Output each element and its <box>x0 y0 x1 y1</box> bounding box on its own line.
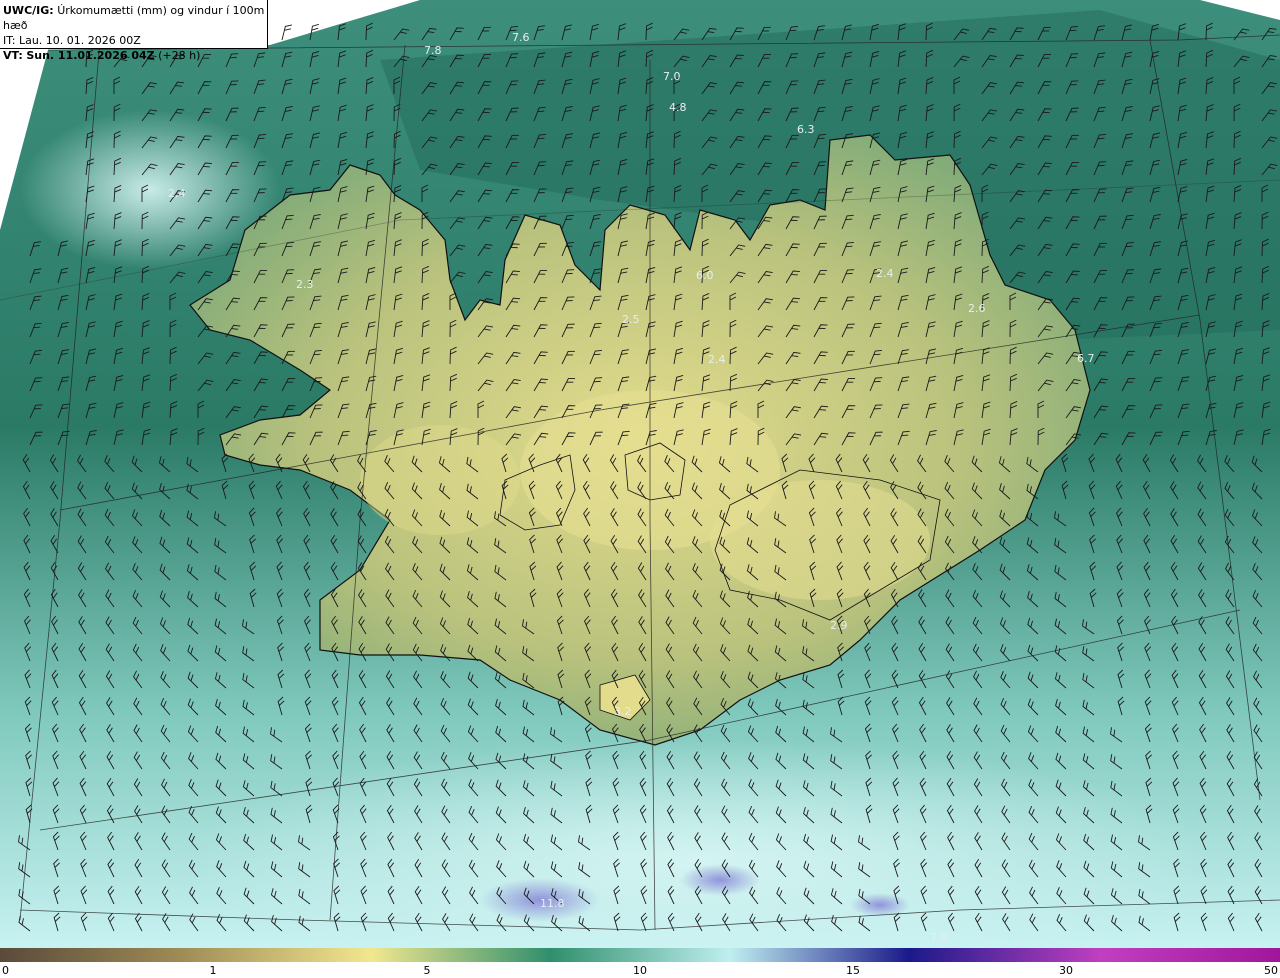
value-label: 2.6 <box>968 302 986 315</box>
colorbar-tick: 10 <box>633 964 647 977</box>
init-time: Lau. 10. 01. 2026 00Z <box>18 34 141 47</box>
valid-label: VT: <box>3 49 23 62</box>
value-label: 6.7 <box>1077 352 1095 365</box>
colorbar: 0 1 5 10 15 30 50 <box>0 948 1280 978</box>
colorbar-tick: 15 <box>846 964 860 977</box>
colorbar-tick: 5 <box>423 964 431 977</box>
init-label: IT: <box>3 34 16 47</box>
title-line: UWC/IG: Úrkomumætti (mm) og vindur í 100… <box>3 3 267 33</box>
colorbar-tick: 1 <box>209 964 217 977</box>
value-label: 2.4 <box>168 187 186 200</box>
value-label: 4.8 <box>669 101 687 114</box>
valid-line: VT: Sun. 11.01.2026 04Z (+28 h) <box>3 48 267 63</box>
value-label: 6.0 <box>696 269 714 282</box>
value-label: 2.9 <box>830 619 848 632</box>
value-label: 11.8 <box>540 897 565 910</box>
value-label: 2.3 <box>296 278 314 291</box>
valid-time: Sun. 11.01.2026 04Z <box>26 49 155 62</box>
value-label: 7.6 <box>512 31 530 44</box>
colorbar-tick: 50 <box>1264 964 1278 977</box>
colorbar-tick: 30 <box>1059 964 1073 977</box>
value-label: 2.5 <box>622 313 640 326</box>
colorbar-tick: 0 <box>2 964 9 977</box>
weather-map: 7.8 7.6 7.0 4.8 6.3 2.4 2.3 6.0 2.5 2.4 … <box>0 0 1280 948</box>
value-label: 6.3 <box>797 123 815 136</box>
value-label: 7.8 <box>424 44 442 57</box>
lead-time: (+28 h) <box>158 49 201 62</box>
value-label: 7.9 <box>930 931 948 944</box>
value-label: 2.4 <box>708 353 726 366</box>
wind-barb <box>281 24 293 41</box>
value-label: 3.2 <box>614 705 632 718</box>
purple-precip-2 <box>680 864 760 896</box>
model-name: UWC/IG: <box>3 4 54 17</box>
value-label: 7.0 <box>663 70 681 83</box>
value-label: 2.4 <box>876 267 894 280</box>
colorbar-gradient <box>0 948 1280 962</box>
init-line: IT: Lau. 10. 01. 2026 00Z <box>3 33 267 48</box>
map-title-box: UWC/IG: Úrkomumætti (mm) og vindur í 100… <box>0 0 268 62</box>
